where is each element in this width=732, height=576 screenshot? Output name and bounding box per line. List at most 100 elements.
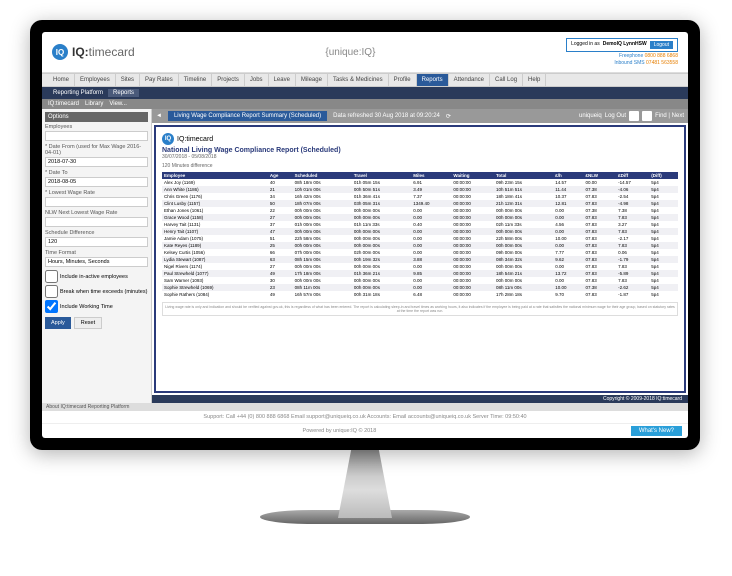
table-row[interactable]: Sam Warner (1093)3000h 00m 00s00h 00m 00…	[162, 277, 678, 284]
chk-working[interactable]	[45, 300, 58, 313]
dateto-input[interactable]	[45, 177, 148, 187]
cell: 00h 00m 00s	[293, 207, 352, 214]
nav-sites[interactable]: Sites	[116, 74, 140, 86]
nav-mileage[interactable]: Mileage	[296, 74, 328, 86]
nav-jobs[interactable]: Jobs	[245, 74, 269, 86]
cell: 5p4	[649, 270, 678, 277]
cell: 10h 01m 00s	[293, 186, 352, 193]
nav-timeline[interactable]: Timeline	[179, 74, 212, 86]
cell: 00:00:00	[451, 221, 494, 228]
datefrom-label: * Date From (used for Max Wage 2016-04-0…	[45, 144, 148, 156]
nav-pay-rates[interactable]: Pay Rates	[140, 74, 179, 86]
nav-reports[interactable]: Reports	[417, 74, 449, 86]
cell: Ann White (1186)	[162, 186, 268, 193]
table-row[interactable]: Grace Wood (1158)2700h 00m 00s00h 00m 00…	[162, 214, 678, 221]
cell: 63	[268, 256, 293, 263]
cell: 07.83	[583, 291, 616, 298]
table-row[interactable]: Alex Joy (1169)4008h 18m 00s01h 05m 15s6…	[162, 179, 678, 186]
datefrom-input[interactable]	[45, 157, 148, 167]
next-lowest-input[interactable]	[45, 217, 148, 227]
cell: 5p4	[649, 200, 678, 207]
apply-button[interactable]: Apply	[45, 317, 71, 329]
table-row[interactable]: Sophie Rathers (1084)4916h 57m 00s00h 31…	[162, 291, 678, 298]
cell: 07.83	[583, 200, 616, 207]
logout-link[interactable]: Log Out	[605, 113, 626, 119]
nav-attendance[interactable]: Attendance	[449, 74, 490, 86]
nav-home[interactable]: Home	[48, 74, 75, 86]
nav-leave[interactable]: Leave	[269, 74, 296, 86]
table-row[interactable]: Clint Lusby (1157)5018h 07m 00s03h 05m 3…	[162, 200, 678, 207]
cell: 07.83	[583, 221, 616, 228]
screen: IQ IQ:timecard {unique:IQ} Logged in as …	[42, 32, 688, 438]
report-logo-icon: IQ	[162, 133, 174, 145]
cell: 01h 00m 00s	[293, 221, 352, 228]
find-label[interactable]: Find | Next	[655, 113, 684, 119]
print-icon[interactable]	[642, 111, 652, 121]
table-row[interactable]: Harvey Tait (1131)3701h 00m 00s01h 11m 3…	[162, 221, 678, 228]
cell: -4.98	[616, 200, 649, 207]
cell: 7.83	[616, 242, 649, 249]
employees-input[interactable]	[45, 131, 148, 141]
cell: 00:00:00	[451, 242, 494, 249]
cell: 00h 00m 00s	[352, 235, 411, 242]
table-row[interactable]: Henry Tait (1107)4700h 00m 00s00h 00m 00…	[162, 228, 678, 235]
freephone: Freephone 0800 888 6868	[619, 53, 678, 59]
nav-help[interactable]: Help	[523, 74, 546, 86]
subnav-reports[interactable]: Reports	[108, 89, 139, 97]
table-row[interactable]: Sophie Strewheld (1069)2308h 11m 00s00h …	[162, 284, 678, 291]
cell: 5p4	[649, 221, 678, 228]
cell: 30	[268, 277, 293, 284]
export-icon[interactable]	[629, 111, 639, 121]
cell: 00:00:00	[451, 186, 494, 193]
dateto-label: * Date To	[45, 170, 148, 176]
report-tab-title[interactable]: Living Wage Compliance Report Summary (S…	[168, 111, 327, 121]
cell: 5p4	[649, 277, 678, 284]
cell: 7.83	[616, 214, 649, 221]
table-row[interactable]: Lydia Stewart (1087)6308h 15m 00s00h 19m…	[162, 256, 678, 263]
schdiff-input[interactable]	[45, 237, 148, 247]
reset-button[interactable]: Reset	[74, 317, 102, 329]
table-row[interactable]: Kelsey Curtis (1056)6607h 00m 00s02h 00m…	[162, 249, 678, 256]
cell: 9.85	[411, 270, 451, 277]
cell: -2.54	[616, 193, 649, 200]
cell: 00:00:00	[451, 235, 494, 242]
nav-employees[interactable]: Employees	[75, 74, 116, 86]
main-area: Options Employees * Date From (used for …	[42, 109, 688, 403]
cell: 14.57	[553, 179, 583, 186]
table-row[interactable]: Jamie Adam (1075)5122h 58m 00s00h 00m 00…	[162, 235, 678, 242]
nav-call-log[interactable]: Call Log	[490, 74, 523, 86]
toolbar-library[interactable]: Library	[85, 101, 103, 107]
cell: 5p4	[649, 228, 678, 235]
nav-profile[interactable]: Profile	[389, 74, 417, 86]
cell: 00h 00m 00s	[494, 242, 553, 249]
cell: 00:00:00	[451, 228, 494, 235]
table-row[interactable]: Ethan Jones (1061)2200h 00m 00s00h 00m 0…	[162, 207, 678, 214]
logo-icon: IQ	[52, 44, 68, 60]
logout-button[interactable]: Logout	[650, 41, 673, 49]
toolbar-view[interactable]: View...	[109, 101, 127, 107]
timefmt-input[interactable]	[45, 257, 148, 267]
table-row[interactable]: Kate Reyes (1189)2500h 00m 00s00h 00m 00…	[162, 242, 678, 249]
about-link[interactable]: About IQ:timecard Reporting Platform	[42, 403, 688, 411]
cell: 00h 00m 00s	[293, 228, 352, 235]
cell: 5p4	[649, 186, 678, 193]
nav-tasks-medicines[interactable]: Tasks & Medicines	[328, 74, 389, 86]
lowest-wage-input[interactable]	[45, 197, 148, 207]
cell: 07.83	[583, 214, 616, 221]
content: ◄ Living Wage Compliance Report Summary …	[152, 109, 688, 403]
table-row[interactable]: Chris Green (1176)3416h 42m 00s01h 36m 4…	[162, 193, 678, 200]
chk-break[interactable]	[45, 285, 58, 298]
chk-inactive[interactable]	[45, 270, 58, 283]
table-row[interactable]: Paul Strewheld (1077)4917h 18m 00s01h 36…	[162, 270, 678, 277]
subnav-reporting-platform[interactable]: Reporting Platform	[48, 89, 108, 97]
col-header: (Diff)	[649, 172, 678, 179]
table-row[interactable]: Ann White (1186)2110h 01m 00s00h 50m 51s…	[162, 186, 678, 193]
cell: 0.00	[553, 228, 583, 235]
table-row[interactable]: Nigel Rivers (1174)2700h 00m 00s00h 00m …	[162, 263, 678, 270]
refresh-icon[interactable]: ⟳	[446, 113, 451, 120]
cell: 47	[268, 228, 293, 235]
report-logo-text: IQ:timecard	[177, 136, 213, 143]
nav-projects[interactable]: Projects	[212, 74, 245, 86]
whats-new-button[interactable]: What's New?	[631, 426, 682, 436]
back-icon[interactable]: ◄	[156, 113, 162, 119]
